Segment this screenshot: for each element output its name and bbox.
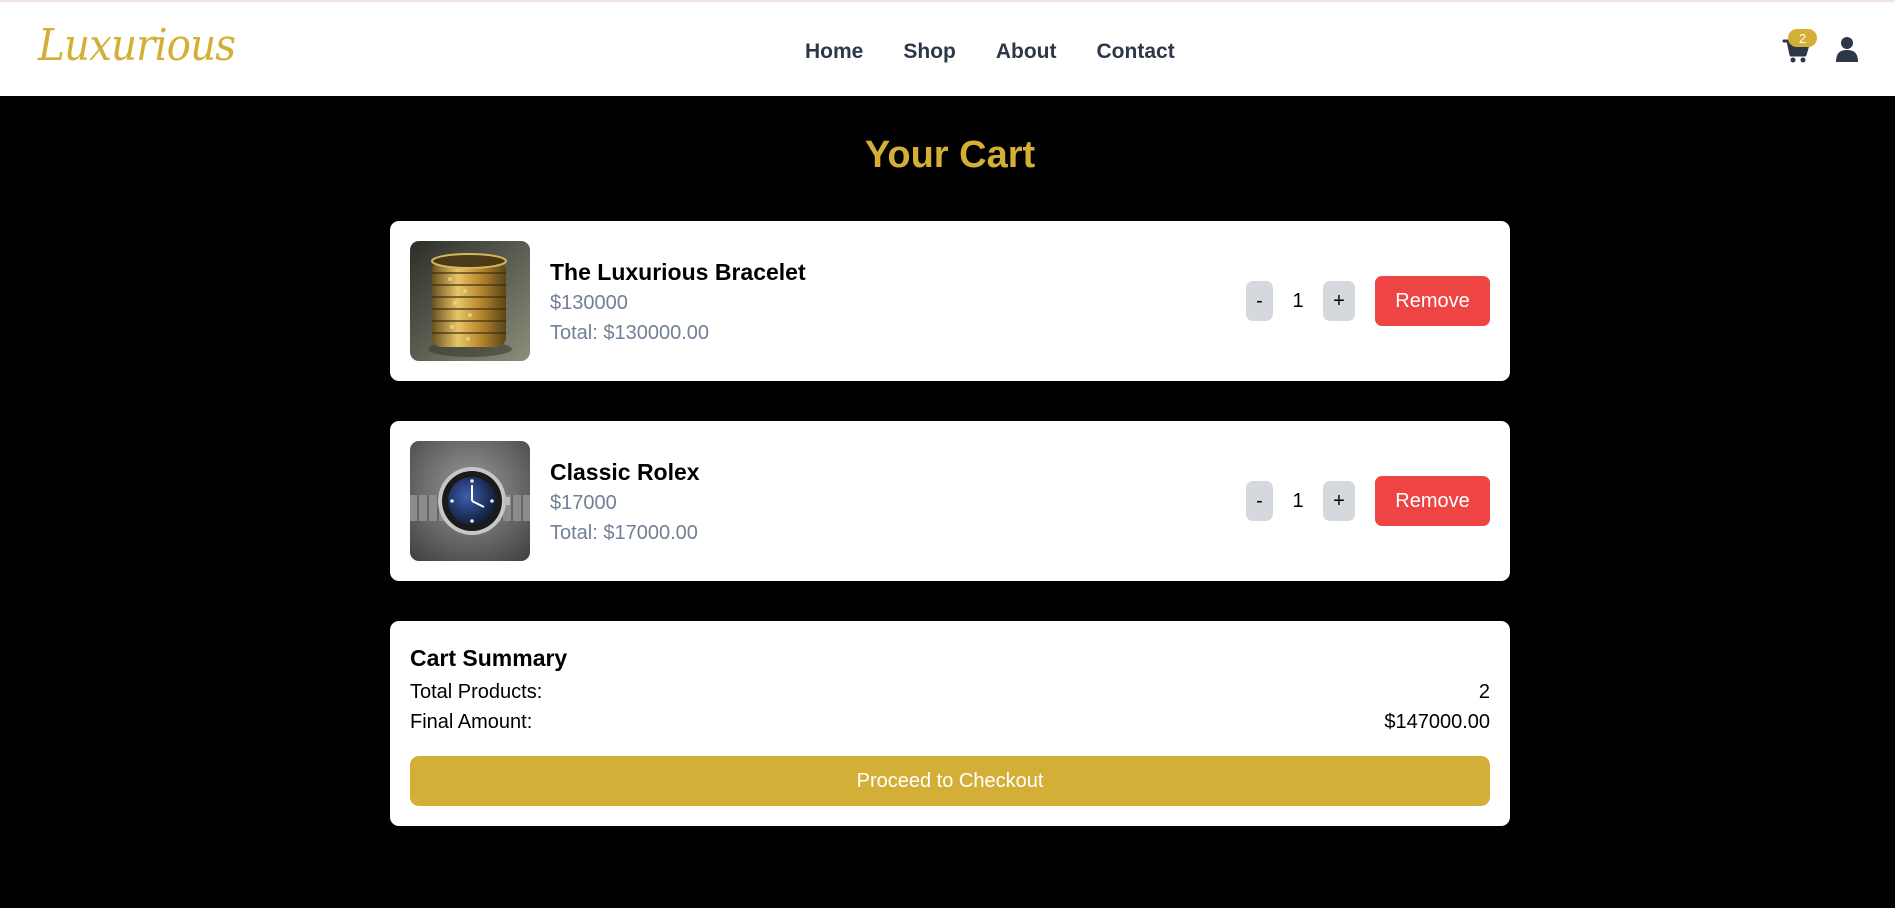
product-name: The Luxurious Bracelet <box>550 259 806 285</box>
product-image <box>410 441 530 561</box>
nav-link-about[interactable]: About <box>996 40 1057 64</box>
cart-summary-title: Cart Summary <box>410 645 568 671</box>
cart-item-rolex: Classic Rolex $17000 Total: $17000.00 - … <box>390 421 1510 581</box>
product-line-total: Total: $130000.00 <box>550 322 710 344</box>
product-price: $130000 <box>550 292 628 314</box>
main-nav: Home Shop About Contact <box>805 40 1175 64</box>
product-line-total: Total: $17000.00 <box>550 522 698 544</box>
remove-item-button[interactable]: Remove <box>1375 476 1490 526</box>
navbar: Luxurious Home Shop About Contact 2 <box>0 0 1895 96</box>
decrease-quantity-button[interactable]: - <box>1246 481 1273 521</box>
total-products-label: Total Products: <box>410 681 543 703</box>
nav-link-contact[interactable]: Contact <box>1097 40 1175 64</box>
increase-quantity-button[interactable]: + <box>1323 281 1355 321</box>
page-title: Your Cart <box>864 134 1036 176</box>
final-amount-label: Final Amount: <box>410 711 533 733</box>
quantity-value: 1 <box>1292 289 1304 312</box>
cart-count-badge: 2 <box>1788 29 1817 47</box>
total-products-value: 2 <box>1478 681 1490 703</box>
increase-quantity-button[interactable]: + <box>1323 481 1355 521</box>
remove-item-button[interactable]: Remove <box>1375 276 1490 326</box>
nav-link-home[interactable]: Home <box>805 40 863 64</box>
product-name: Classic Rolex <box>550 459 700 485</box>
cart-item-bracelet: The Luxurious Bracelet $130000 Total: $1… <box>390 221 1510 381</box>
final-amount-value: $147000.00 <box>1384 711 1490 733</box>
nav-link-shop[interactable]: Shop <box>903 40 956 64</box>
user-icon[interactable] <box>1835 36 1859 62</box>
proceed-to-checkout-button[interactable]: Proceed to Checkout <box>410 756 1490 806</box>
product-price: $17000 <box>550 492 617 514</box>
cart-summary: Cart Summary Total Products: 2 Final Amo… <box>390 621 1510 826</box>
product-image <box>410 241 530 361</box>
quantity-value: 1 <box>1292 489 1304 512</box>
decrease-quantity-button[interactable]: - <box>1246 281 1273 321</box>
site-logo[interactable]: Luxurious <box>38 20 236 71</box>
